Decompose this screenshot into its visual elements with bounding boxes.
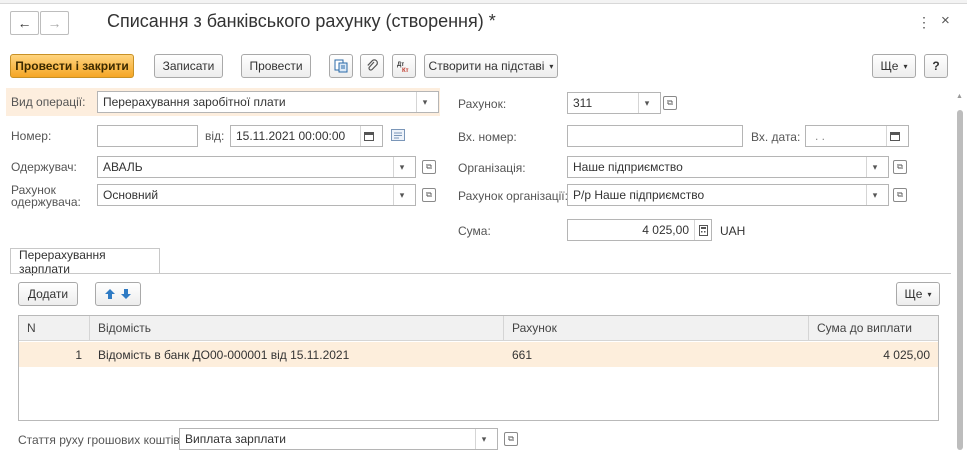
operation-value: Перерахування заробітної плати [103, 95, 286, 109]
move-buttons-group [95, 282, 141, 306]
create-based-on-label: Створити на підставі [428, 59, 545, 73]
operation-label: Вид операції: [11, 95, 86, 109]
table-more-button[interactable]: Ще ▾ [896, 282, 940, 306]
recipient-account-select[interactable]: Основний ▾ [97, 184, 416, 206]
post-and-close-button[interactable]: Провести і закрити [10, 54, 134, 78]
cell-n: 1 [75, 347, 82, 362]
table-more-label: Ще [904, 287, 923, 301]
more-label: Ще [880, 59, 899, 73]
account-value: 311 [573, 96, 593, 110]
close-icon[interactable]: × [941, 12, 950, 29]
chevron-down-icon: ▾ [903, 61, 908, 71]
number-label: Номер: [11, 129, 52, 143]
recipient-select[interactable]: АВАЛЬ ▾ [97, 156, 416, 178]
tab-salary-transfer[interactable]: Перерахування зарплати [10, 248, 160, 276]
forward-arrow-icon: → [47, 15, 62, 31]
cell-account: 661 [512, 347, 533, 362]
tab-divider [10, 273, 951, 274]
document-structure-icon [334, 59, 348, 73]
calendar-icon[interactable] [360, 126, 377, 146]
date-value: 15.11.2021 00:00:00 [236, 129, 346, 143]
back-button[interactable]: ← [10, 11, 39, 35]
scrollbar-thumb[interactable] [957, 110, 963, 450]
forward-button[interactable]: → [40, 11, 69, 35]
save-button[interactable]: Записати [154, 54, 223, 78]
arrow-down-icon[interactable] [120, 288, 132, 300]
sum-label: Сума: [458, 224, 491, 238]
calculator-icon[interactable] [694, 220, 711, 240]
chevron-down-icon[interactable]: ▾ [393, 185, 410, 205]
cell-statement: Відомість в банк ДО00-000001 від 15.11.2… [98, 347, 350, 362]
paperclip-icon [365, 59, 379, 73]
cashflow-select[interactable]: Виплата зарплати ▾ [179, 428, 498, 450]
debit-credit-icon: Дт Кт [396, 59, 412, 73]
open-icon[interactable]: ⧉ [422, 188, 436, 202]
recipient-label: Одержувач: [11, 160, 77, 174]
table-row[interactable]: 1 Відомість в банк ДО00-000001 від 15.11… [19, 342, 938, 367]
create-based-on-button[interactable]: Створити на підставі ▾ [424, 54, 558, 78]
open-icon[interactable]: ⧉ [422, 160, 436, 174]
in-date-label: Вх. дата: [751, 130, 801, 144]
cell-sum: 4 025,00 [883, 347, 930, 362]
organization-label: Організація: [458, 161, 526, 175]
in-date-input[interactable]: . . [805, 125, 909, 147]
window-title: Списання з банківського рахунку (створен… [107, 11, 496, 31]
calendar-icon[interactable] [886, 126, 903, 146]
account-label: Рахунок: [458, 97, 507, 111]
cashflow-label: Стаття руху грошових коштів: [18, 433, 184, 447]
column-header-sum[interactable]: Сума до виплати [809, 316, 938, 341]
open-icon[interactable]: ⧉ [893, 188, 907, 202]
add-button[interactable]: Додати [18, 282, 78, 306]
recipient-account-label-line2: одержувача: [11, 195, 81, 209]
date-input[interactable]: 15.11.2021 00:00:00 [230, 125, 383, 147]
debit-credit-button[interactable]: Дт Кт [392, 54, 416, 78]
chevron-down-icon: ▾ [549, 61, 554, 71]
recipient-account-label: Рахунок одержувача: [11, 184, 81, 208]
chevron-down-icon[interactable]: ▾ [393, 157, 410, 177]
number-input[interactable] [97, 125, 198, 147]
org-account-select[interactable]: Р/р Наше підприємство ▾ [567, 184, 889, 206]
salary-table: N Відомість Рахунок Сума до виплати 1 Ві… [18, 315, 939, 421]
svg-text:Кт: Кт [402, 68, 409, 73]
help-button[interactable]: ? [924, 54, 948, 78]
account-select[interactable]: 311 ▾ [567, 92, 661, 114]
more-vertical-icon[interactable]: ⋮ [917, 14, 931, 31]
top-tab-strip [0, 0, 967, 4]
chevron-down-icon[interactable]: ▾ [638, 93, 655, 113]
scroll-up-icon[interactable]: ▲ [956, 93, 963, 100]
column-header-n[interactable]: N [19, 316, 90, 341]
open-icon[interactable]: ⧉ [893, 160, 907, 174]
operation-select[interactable]: Перерахування заробітної плати ▾ [97, 91, 439, 113]
org-account-label: Рахунок організації: [458, 189, 568, 203]
open-icon[interactable]: ⧉ [504, 432, 518, 446]
structure-button[interactable] [329, 54, 353, 78]
in-date-value: . . [815, 129, 826, 143]
org-account-value: Р/р Наше підприємство [573, 188, 705, 202]
chevron-down-icon[interactable]: ▾ [416, 92, 433, 112]
cashflow-value: Виплата зарплати [185, 432, 286, 446]
organization-value: Наше підприємство [573, 160, 683, 174]
open-icon[interactable]: ⧉ [663, 96, 677, 110]
attach-button[interactable] [360, 54, 384, 78]
organization-select[interactable]: Наше підприємство ▾ [567, 156, 889, 178]
column-header-account[interactable]: Рахунок [504, 316, 809, 341]
chevron-down-icon[interactable]: ▾ [866, 157, 883, 177]
post-button[interactable]: Провести [241, 54, 311, 78]
number-format-icon[interactable] [391, 129, 405, 141]
chevron-down-icon: ▾ [927, 289, 932, 299]
sum-input[interactable]: 4 025,00 [567, 219, 712, 241]
in-number-input[interactable] [567, 125, 743, 147]
date-label: від: [205, 129, 225, 143]
currency-label: UAH [720, 224, 746, 238]
back-arrow-icon: ← [17, 15, 32, 31]
recipient-account-value: Основний [103, 188, 159, 202]
arrow-up-icon[interactable] [104, 288, 116, 300]
chevron-down-icon[interactable]: ▾ [866, 185, 883, 205]
in-number-label: Вх. номер: [458, 130, 517, 144]
chevron-down-icon[interactable]: ▾ [475, 429, 492, 449]
column-header-statement[interactable]: Відомість [90, 316, 504, 341]
more-button[interactable]: Ще ▾ [872, 54, 916, 78]
sum-value: 4 025,00 [642, 223, 689, 237]
recipient-value: АВАЛЬ [103, 160, 143, 174]
